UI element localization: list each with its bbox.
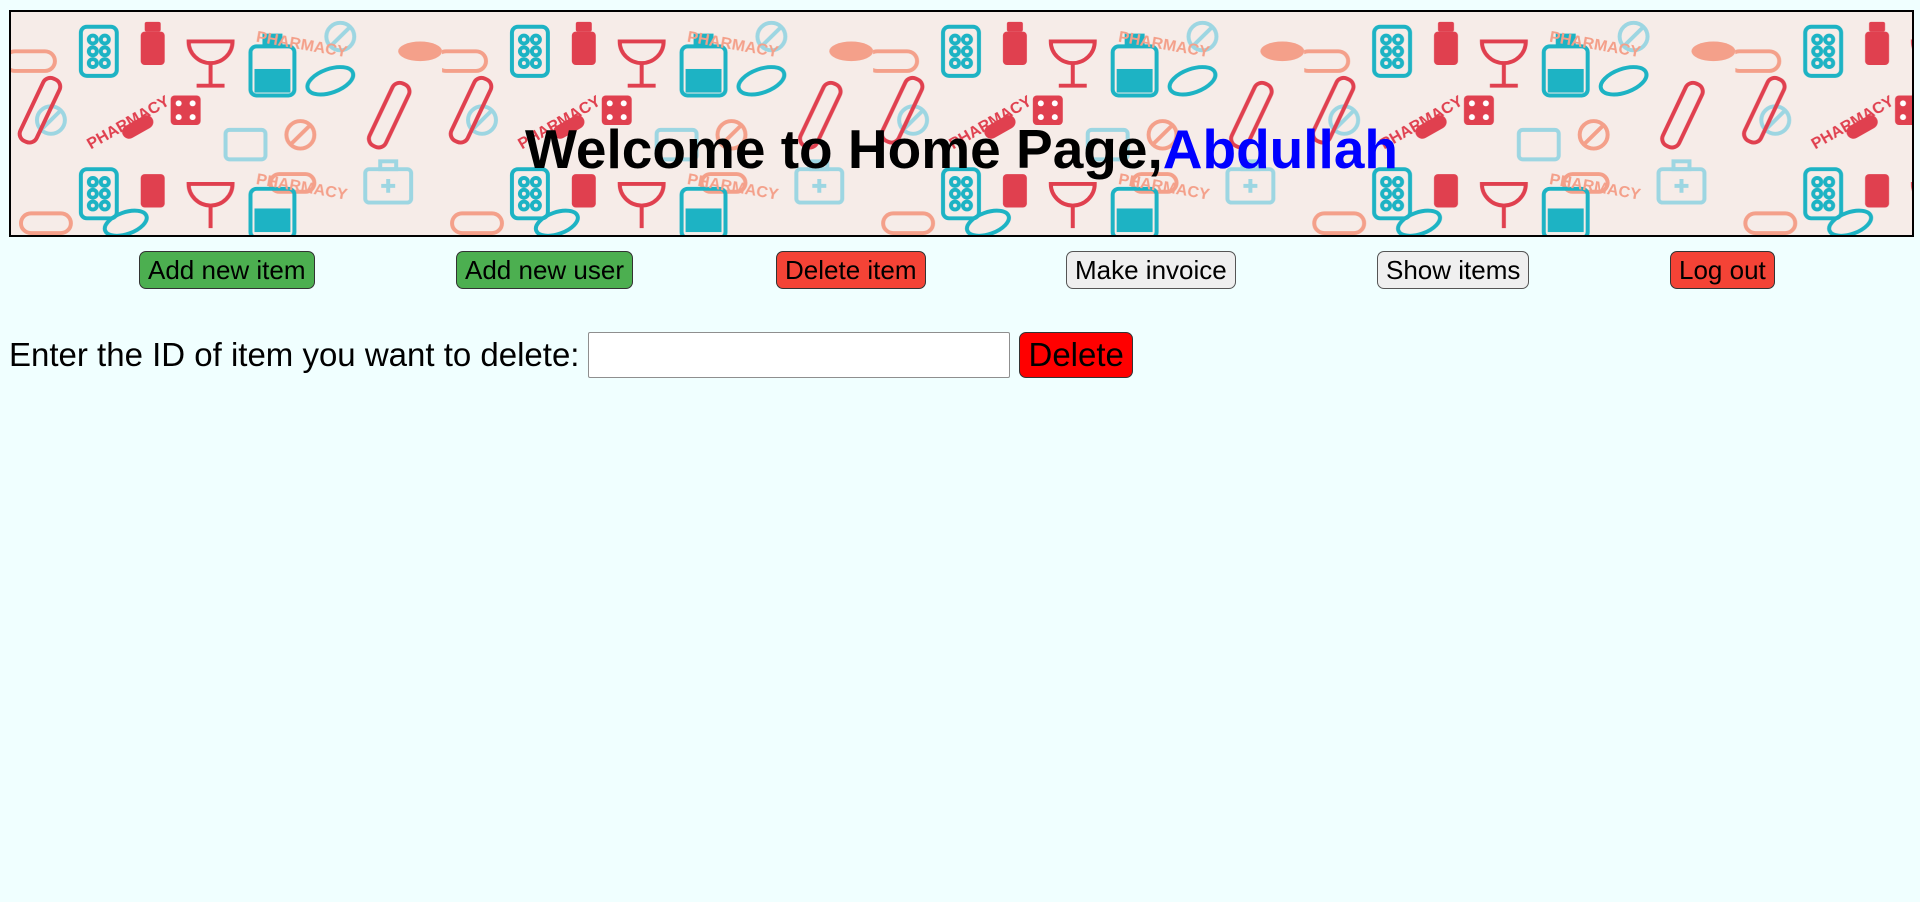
item-id-input[interactable] [588, 332, 1011, 378]
make-invoice-button[interactable]: Make invoice [1066, 251, 1236, 289]
delete-submit-button[interactable]: Delete [1019, 332, 1133, 378]
show-items-button[interactable]: Show items [1377, 251, 1530, 289]
item-id-label: Enter the ID of item you want to delete: [9, 336, 580, 373]
welcome-text: Welcome to Home Page, [524, 118, 1163, 180]
add-new-user-button[interactable]: Add new user [456, 251, 633, 289]
username: Abdullah [1162, 118, 1399, 180]
log-out-button[interactable]: Log out [1670, 251, 1775, 289]
delete-item-button[interactable]: Delete item [776, 251, 926, 289]
action-toolbar: Add new item Add new user Delete item Ma… [0, 251, 1920, 291]
delete-item-form: Enter the ID of item you want to delete:… [9, 331, 1133, 379]
welcome-heading: Welcome to Home Page,Abdullah [11, 114, 1912, 184]
header-banner: PHARMACY PHARMACY PHARMACY Welcome to Ho… [9, 10, 1914, 237]
add-new-item-button[interactable]: Add new item [139, 251, 315, 289]
